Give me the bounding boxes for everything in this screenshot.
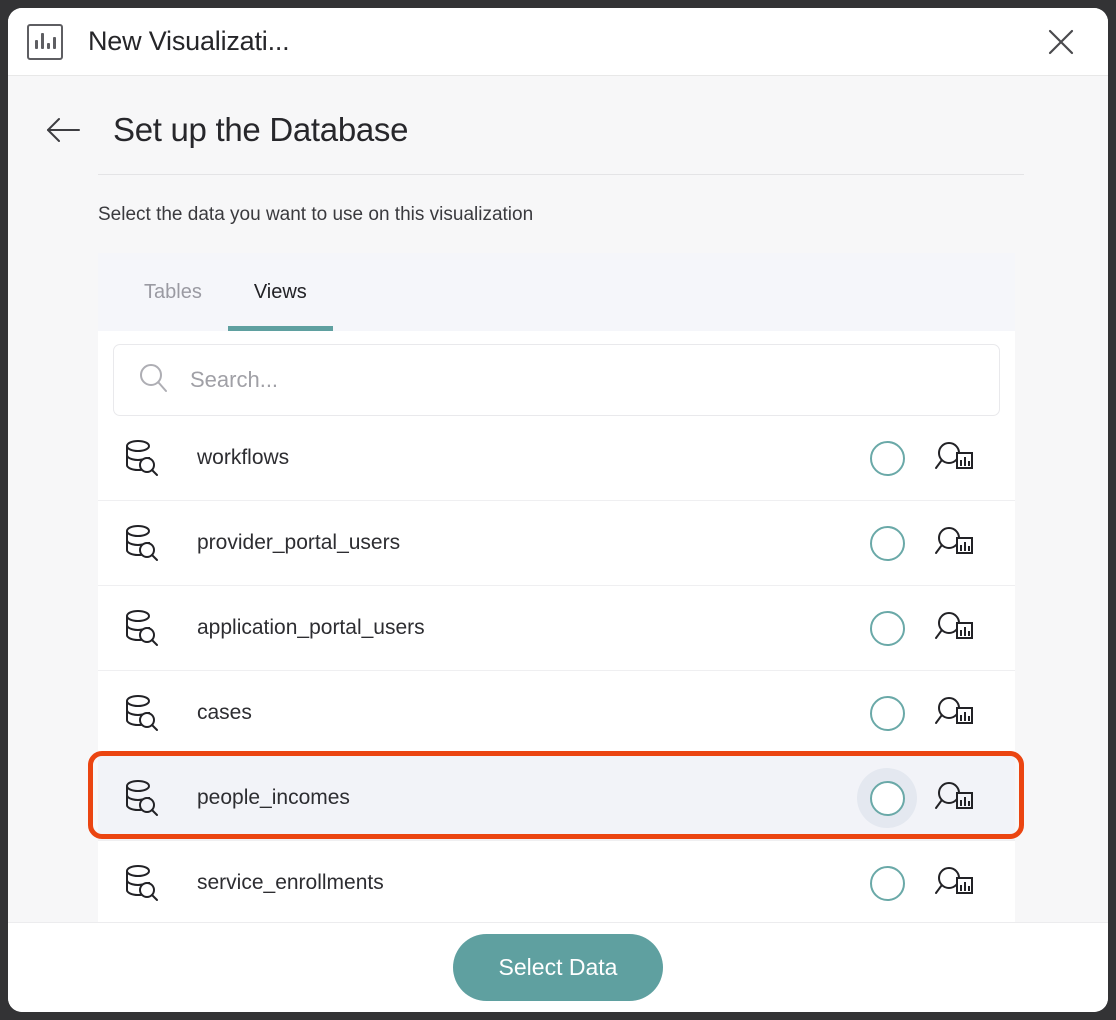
list-item-selected[interactable]: people_incomes bbox=[98, 756, 1015, 841]
search-box[interactable] bbox=[113, 344, 1000, 416]
list-item[interactable]: cases bbox=[98, 671, 1015, 756]
radio-unchecked-icon[interactable] bbox=[857, 768, 917, 828]
radio-circle bbox=[869, 525, 905, 561]
dialog-body: Set up the Database Select the data you … bbox=[8, 76, 1108, 922]
preview-data-icon[interactable] bbox=[926, 521, 982, 565]
arrow-left-icon[interactable] bbox=[44, 110, 84, 150]
list-item-label: workflows bbox=[197, 446, 290, 469]
database-view-icon bbox=[119, 692, 163, 734]
data-source-panel: Tables Views Search... workflows provide… bbox=[98, 253, 1015, 922]
list-item-label: application_portal_users bbox=[197, 616, 425, 639]
preview-data-icon[interactable] bbox=[926, 776, 982, 820]
list-item[interactable]: provider_portal_users bbox=[98, 501, 1015, 586]
preview-data-icon[interactable] bbox=[926, 606, 982, 650]
screen-root: New Visualizati... Set up the Database S… bbox=[0, 0, 1116, 1020]
database-view-icon bbox=[119, 862, 163, 904]
tab-tables-label: Tables bbox=[144, 280, 202, 303]
database-view-icon bbox=[119, 522, 163, 564]
header-divider bbox=[98, 174, 1024, 175]
radio-circle bbox=[869, 440, 905, 476]
tab-bar: Tables Views bbox=[98, 253, 1015, 331]
radio-unchecked-icon[interactable] bbox=[857, 428, 917, 488]
list-item-label: cases bbox=[197, 701, 252, 724]
window-title: New Visualizati... bbox=[88, 26, 290, 56]
preview-data-icon[interactable] bbox=[926, 691, 982, 735]
database-view-icon bbox=[119, 777, 163, 819]
radio-circle bbox=[869, 780, 905, 816]
search-container bbox=[98, 331, 1015, 416]
bar-chart-icon bbox=[27, 23, 63, 60]
list-item[interactable]: workflows bbox=[98, 416, 1015, 501]
tab-views[interactable]: Views bbox=[227, 253, 333, 331]
preview-data-icon[interactable] bbox=[926, 436, 982, 480]
list-item-label: people_incomes bbox=[197, 786, 350, 809]
database-view-icon bbox=[119, 607, 163, 649]
list-item-label: service_enrollments bbox=[197, 871, 384, 894]
preview-data-icon[interactable] bbox=[926, 861, 982, 905]
radio-circle bbox=[869, 610, 905, 646]
tab-tables[interactable]: Tables bbox=[118, 253, 228, 331]
radio-circle bbox=[869, 695, 905, 731]
database-view-icon bbox=[119, 437, 163, 479]
list-item[interactable]: application_portal_users bbox=[98, 586, 1015, 671]
views-list: workflows provider_portal_users applicat… bbox=[98, 416, 1015, 922]
search-input[interactable] bbox=[190, 367, 977, 393]
search-icon bbox=[136, 361, 170, 400]
page-title: Set up the Database bbox=[113, 111, 409, 148]
radio-unchecked-icon[interactable] bbox=[857, 853, 917, 913]
window-titlebar: New Visualizati... bbox=[8, 8, 1108, 76]
radio-circle bbox=[869, 865, 905, 901]
close-icon[interactable] bbox=[1040, 21, 1082, 63]
radio-unchecked-icon[interactable] bbox=[857, 598, 917, 658]
radio-unchecked-icon[interactable] bbox=[857, 513, 917, 573]
app-window: New Visualizati... Set up the Database S… bbox=[8, 8, 1108, 1012]
step-header: Set up the Database bbox=[8, 76, 1108, 150]
list-item-label: provider_portal_users bbox=[197, 531, 401, 554]
list-item[interactable]: service_enrollments bbox=[98, 841, 1015, 922]
panel-content: workflows bbox=[98, 331, 1015, 922]
dialog-footer: Select Data bbox=[8, 922, 1108, 1012]
page-subtitle: Select the data you want to use on this … bbox=[98, 204, 534, 225]
tab-views-label: Views bbox=[253, 280, 307, 303]
radio-unchecked-icon[interactable] bbox=[857, 683, 917, 743]
select-data-button[interactable]: Select Data bbox=[452, 934, 664, 1001]
